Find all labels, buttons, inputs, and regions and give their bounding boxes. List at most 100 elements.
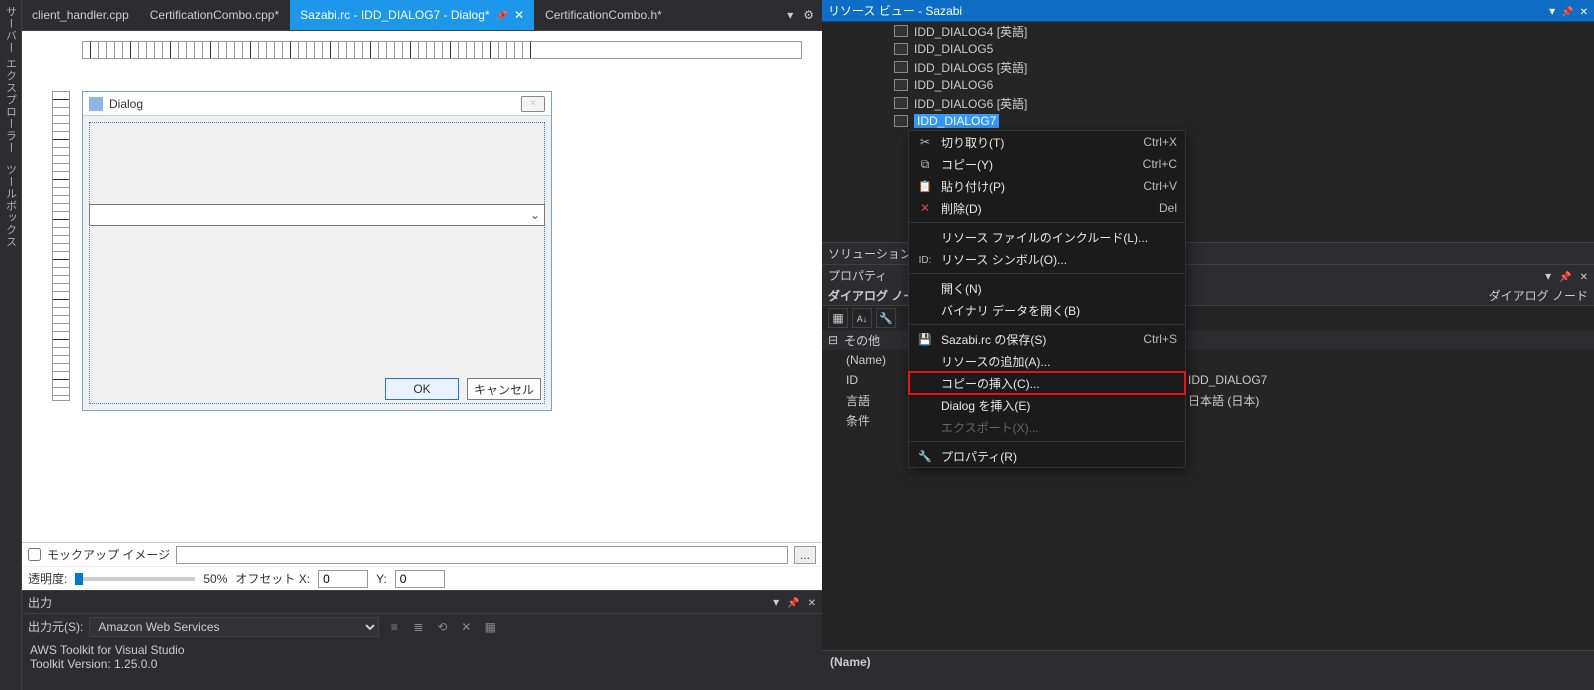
dialog-close-button[interactable]: ✕ — [521, 96, 545, 112]
dropdown-icon[interactable] — [1545, 269, 1551, 283]
ok-button[interactable]: OK — [385, 378, 459, 400]
slider-thumb[interactable] — [75, 573, 83, 585]
ruler-horizontal — [82, 41, 802, 59]
dropdown-icon[interactable] — [773, 595, 779, 609]
offset-y-input[interactable] — [395, 570, 445, 588]
close-icon[interactable] — [1580, 269, 1588, 283]
tab-client-handler[interactable]: client_handler.cpp — [22, 0, 140, 30]
menu-cut[interactable]: 切り取り(T) Ctrl+X — [909, 131, 1185, 153]
resource-view-title: リソース ビュー - Sazabi — [828, 2, 962, 19]
menu-add-resource[interactable]: リソースの追加(A)... — [909, 350, 1185, 372]
close-icon[interactable] — [808, 595, 816, 609]
tab-cert-combo-cpp[interactable]: CertificationCombo.cpp* — [140, 0, 290, 30]
dialog-editor-canvas[interactable]: Dialog ✕ ⌄ OK キャンセル — [22, 30, 822, 542]
collapse-icon[interactable] — [828, 333, 838, 347]
wrench-icon — [917, 448, 933, 464]
dialog-resource-icon — [894, 97, 908, 109]
menu-separator — [909, 222, 1185, 223]
close-icon[interactable]: ✕ — [514, 8, 524, 22]
categorize-icon — [832, 311, 843, 325]
offset-y-label: Y: — [376, 572, 387, 586]
menu-delete[interactable]: 削除(D) Del — [909, 197, 1185, 219]
transparency-row: 透明度: 50% オフセット X: Y: — [22, 566, 822, 590]
ruler-vertical — [52, 91, 70, 401]
property-value[interactable]: 日本語 (日本) — [1182, 390, 1594, 410]
pin-icon[interactable] — [496, 8, 508, 22]
output-toolbar: 出力元(S): Amazon Web Services ≡ ≣ ⟲ ✕ ▦ — [22, 613, 822, 639]
property-description: (Name) — [822, 650, 1594, 690]
document-tab-strip: client_handler.cpp CertificationCombo.cp… — [22, 0, 822, 30]
tree-item[interactable]: IDD_DIALOG5 — [822, 40, 1594, 58]
menu-properties[interactable]: プロパティ(R) — [909, 445, 1185, 467]
toolbox-tab[interactable]: ツールボックス — [3, 164, 19, 248]
tree-item[interactable]: IDD_DIALOG6 [英語] — [822, 94, 1594, 112]
output-body[interactable]: AWS Toolkit for Visual Studio Toolkit Ve… — [22, 639, 822, 690]
pin-icon[interactable] — [1559, 269, 1571, 283]
toolbar-icon-4[interactable]: ✕ — [457, 618, 475, 636]
menu-insert-copy[interactable]: コピーの挿入(C)... — [909, 372, 1185, 394]
output-header: 出力 — [22, 591, 822, 613]
menu-open[interactable]: 開く(N) — [909, 277, 1185, 299]
toolbar-icon-1[interactable]: ≡ — [385, 618, 403, 636]
property-value[interactable] — [1182, 350, 1594, 370]
pin-icon[interactable] — [1561, 4, 1573, 18]
categorize-button[interactable] — [828, 308, 848, 328]
transparency-percent: 50% — [203, 572, 227, 586]
tree-item[interactable]: IDD_DIALOG5 [英語] — [822, 58, 1594, 76]
save-icon — [917, 331, 933, 347]
transparency-slider[interactable] — [75, 577, 195, 581]
tree-item[interactable]: IDD_DIALOG6 — [822, 76, 1594, 94]
toolbar-icon-5[interactable]: ▦ — [481, 618, 499, 636]
browse-button[interactable]: ... — [794, 546, 816, 564]
output-source-label: 出力元(S): — [28, 618, 83, 635]
sidebar-left: サーバー エクスプローラー ツールボックス — [0, 0, 22, 690]
gear-icon[interactable] — [803, 8, 814, 22]
chevron-down-icon: ⌄ — [530, 208, 540, 222]
resource-view-header: リソース ビュー - Sazabi — [822, 0, 1594, 22]
menu-resource-include[interactable]: リソース ファイルのインクルード(L)... — [909, 226, 1185, 248]
combo-box-control[interactable]: ⌄ — [89, 204, 545, 226]
close-icon[interactable] — [1580, 4, 1588, 18]
menu-open-binary[interactable]: バイナリ データを開く(B) — [909, 299, 1185, 321]
delete-icon — [917, 200, 933, 216]
dialog-body[interactable]: ⌄ OK キャンセル — [83, 116, 551, 410]
toolbar-icon-3[interactable]: ⟲ — [433, 618, 451, 636]
output-source-select[interactable]: Amazon Web Services — [89, 617, 379, 637]
scissors-icon — [917, 134, 933, 150]
property-pages-button[interactable] — [876, 308, 896, 328]
mockup-path-field[interactable] — [176, 546, 788, 564]
mockup-checkbox[interactable] — [28, 548, 41, 561]
mockup-image-row: モックアップ イメージ ... — [22, 542, 822, 566]
menu-insert-dialog[interactable]: Dialog を挿入(E) — [909, 394, 1185, 416]
dialog-resource-icon — [894, 115, 908, 127]
tab-label: Sazabi.rc - IDD_DIALOG7 - Dialog* — [300, 8, 489, 22]
menu-copy[interactable]: コピー(Y) Ctrl+C — [909, 153, 1185, 175]
tab-overflow-icon[interactable] — [787, 8, 793, 22]
toolbar-icon-2[interactable]: ≣ — [409, 618, 427, 636]
tab-cert-combo-h[interactable]: CertificationCombo.h* — [535, 0, 673, 30]
tree-item[interactable]: IDD_DIALOG4 [英語] — [822, 22, 1594, 40]
output-line: AWS Toolkit for Visual Studio — [30, 643, 814, 657]
dialog-title-text: Dialog — [109, 97, 521, 111]
menu-separator — [909, 441, 1185, 442]
selection-outline — [89, 122, 545, 404]
pin-icon[interactable] — [787, 595, 799, 609]
property-value[interactable] — [1182, 410, 1594, 430]
mockup-label: モックアップ イメージ — [47, 546, 170, 563]
editor-column: client_handler.cpp CertificationCombo.cp… — [22, 0, 822, 690]
menu-resource-symbol[interactable]: リソース シンボル(O)... — [909, 248, 1185, 270]
alphabetical-button[interactable] — [852, 308, 872, 328]
menu-paste[interactable]: 貼り付け(P) Ctrl+V — [909, 175, 1185, 197]
offset-x-input[interactable] — [318, 570, 368, 588]
property-value[interactable]: IDD_DIALOG7 — [1182, 370, 1594, 390]
cancel-button[interactable]: キャンセル — [467, 378, 541, 400]
server-explorer-tab[interactable]: サーバー エクスプローラー — [3, 6, 19, 154]
output-line: Toolkit Version: 1.25.0.0 — [30, 657, 814, 671]
menu-separator — [909, 324, 1185, 325]
dialog-preview[interactable]: Dialog ✕ ⌄ OK キャンセル — [82, 91, 552, 411]
tab-sazabi-rc[interactable]: Sazabi.rc - IDD_DIALOG7 - Dialog* ✕ — [290, 0, 535, 30]
menu-save[interactable]: Sazabi.rc の保存(S) Ctrl+S — [909, 328, 1185, 350]
dropdown-icon[interactable] — [1549, 4, 1555, 18]
tree-item-selected[interactable]: IDD_DIALOG7 — [822, 112, 1594, 130]
dialog-icon — [89, 97, 103, 111]
